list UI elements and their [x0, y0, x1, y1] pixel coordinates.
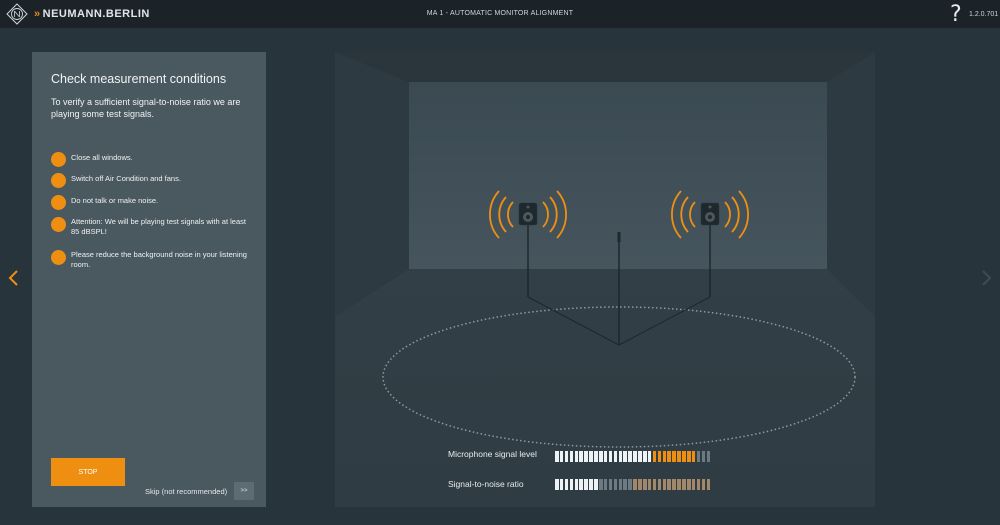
panel-subtitle: To verify a sufficient signal-to-noise r…	[51, 97, 241, 119]
meter-segment	[569, 451, 574, 462]
meter-segment	[662, 479, 667, 490]
meter-segment	[706, 451, 711, 462]
meter-segment	[638, 451, 642, 462]
panel-title: Check measurement conditions	[51, 72, 227, 86]
instructions-panel: Check measurement conditions To verify a…	[32, 52, 266, 507]
meter-segment	[667, 479, 671, 490]
meter-segment	[603, 451, 608, 462]
mic-level-label: Microphone signal level	[448, 449, 537, 459]
meter-segment	[657, 451, 662, 462]
meter-segment	[667, 451, 671, 462]
meter-segment	[555, 479, 559, 490]
condition-text: Please reduce the background noise in yo…	[71, 250, 247, 269]
speaker-icon	[700, 202, 720, 226]
meter-segment	[643, 479, 647, 490]
condition-text: Do not talk or make noise.	[71, 196, 159, 205]
meter-segment	[633, 479, 637, 490]
meter-segment	[657, 479, 662, 490]
orange-dot-icon	[51, 217, 66, 232]
chevron-right-icon[interactable]	[978, 268, 994, 288]
meter-segment	[628, 451, 632, 462]
meter-segment	[559, 451, 564, 462]
meter-segment	[599, 479, 603, 490]
meter-segment	[672, 479, 676, 490]
orange-dot-icon	[51, 250, 66, 265]
meter-segment	[613, 479, 618, 490]
meter-segment	[584, 479, 588, 490]
meter-segment	[589, 451, 593, 462]
meter-segment	[696, 479, 701, 490]
meter-segment	[691, 451, 696, 462]
orange-dot-icon	[51, 173, 66, 188]
meter-segment	[589, 479, 593, 490]
meter-segment	[682, 479, 686, 490]
meter-segment	[652, 479, 657, 490]
meter-segment	[623, 451, 627, 462]
meter-segment	[603, 479, 608, 490]
meter-segment	[608, 479, 613, 490]
snr-label: Signal-to-noise ratio	[448, 479, 524, 489]
chevron-left-icon[interactable]	[6, 268, 22, 288]
meter-segment	[701, 451, 706, 462]
meter-segment	[701, 479, 706, 490]
meter-segment	[579, 479, 583, 490]
title-bar: » NEUMANN.BERLIN MA 1 - AUTOMATIC MONITOR…	[0, 0, 1000, 28]
meter-segment	[564, 479, 569, 490]
orange-dot-icon	[51, 152, 66, 167]
meter-segment	[623, 479, 627, 490]
meter-segment	[662, 451, 667, 462]
mic-level-meter	[555, 451, 711, 462]
meter-segment	[574, 451, 579, 462]
version-label: 1.2.0.701	[969, 11, 999, 18]
meter-segment	[677, 479, 681, 490]
speaker-icon	[518, 202, 538, 226]
condition-text: Close all windows.	[71, 153, 133, 162]
meter-segment	[628, 479, 632, 490]
meter-segment	[564, 451, 569, 462]
meter-segment	[638, 479, 642, 490]
meter-segment	[682, 451, 686, 462]
listening-room-illustration	[335, 52, 875, 507]
stop-button[interactable]: STOP	[51, 458, 125, 486]
meter-segment	[608, 451, 613, 462]
meter-segment	[584, 451, 588, 462]
meter-segment	[579, 451, 583, 462]
condition-text: Attention: We will be playing test signa…	[71, 217, 246, 236]
meter-segment	[618, 451, 623, 462]
meter-segment	[618, 479, 623, 490]
snr-meter	[555, 479, 711, 490]
meter-segment	[633, 451, 637, 462]
meter-segment	[574, 479, 579, 490]
meter-segment	[569, 479, 574, 490]
meter-segment	[687, 479, 691, 490]
meter-segment	[594, 451, 598, 462]
meter-segment	[643, 451, 647, 462]
help-button[interactable]: ?	[950, 2, 962, 27]
skip-link[interactable]: Skip (not recommended)	[145, 487, 227, 496]
meter-segment	[706, 479, 711, 490]
orange-dot-icon	[51, 195, 66, 210]
meter-segment	[647, 451, 652, 462]
meter-segment	[599, 451, 603, 462]
meter-segment	[687, 451, 691, 462]
meter-segment	[672, 451, 676, 462]
meter-segment	[613, 451, 618, 462]
meter-segment	[647, 479, 652, 490]
meter-segment	[559, 479, 564, 490]
meter-segment	[555, 451, 559, 462]
condition-text: Switch off Air Condition and fans.	[71, 174, 181, 183]
app-title: MA 1 - AUTOMATIC MONITOR ALIGNMENT	[426, 10, 574, 17]
meter-segment	[652, 451, 657, 462]
meter-segment	[594, 479, 598, 490]
meter-segment	[691, 479, 696, 490]
meter-segment	[696, 451, 701, 462]
meter-segment	[677, 451, 681, 462]
skip-button[interactable]: >>	[234, 482, 254, 500]
